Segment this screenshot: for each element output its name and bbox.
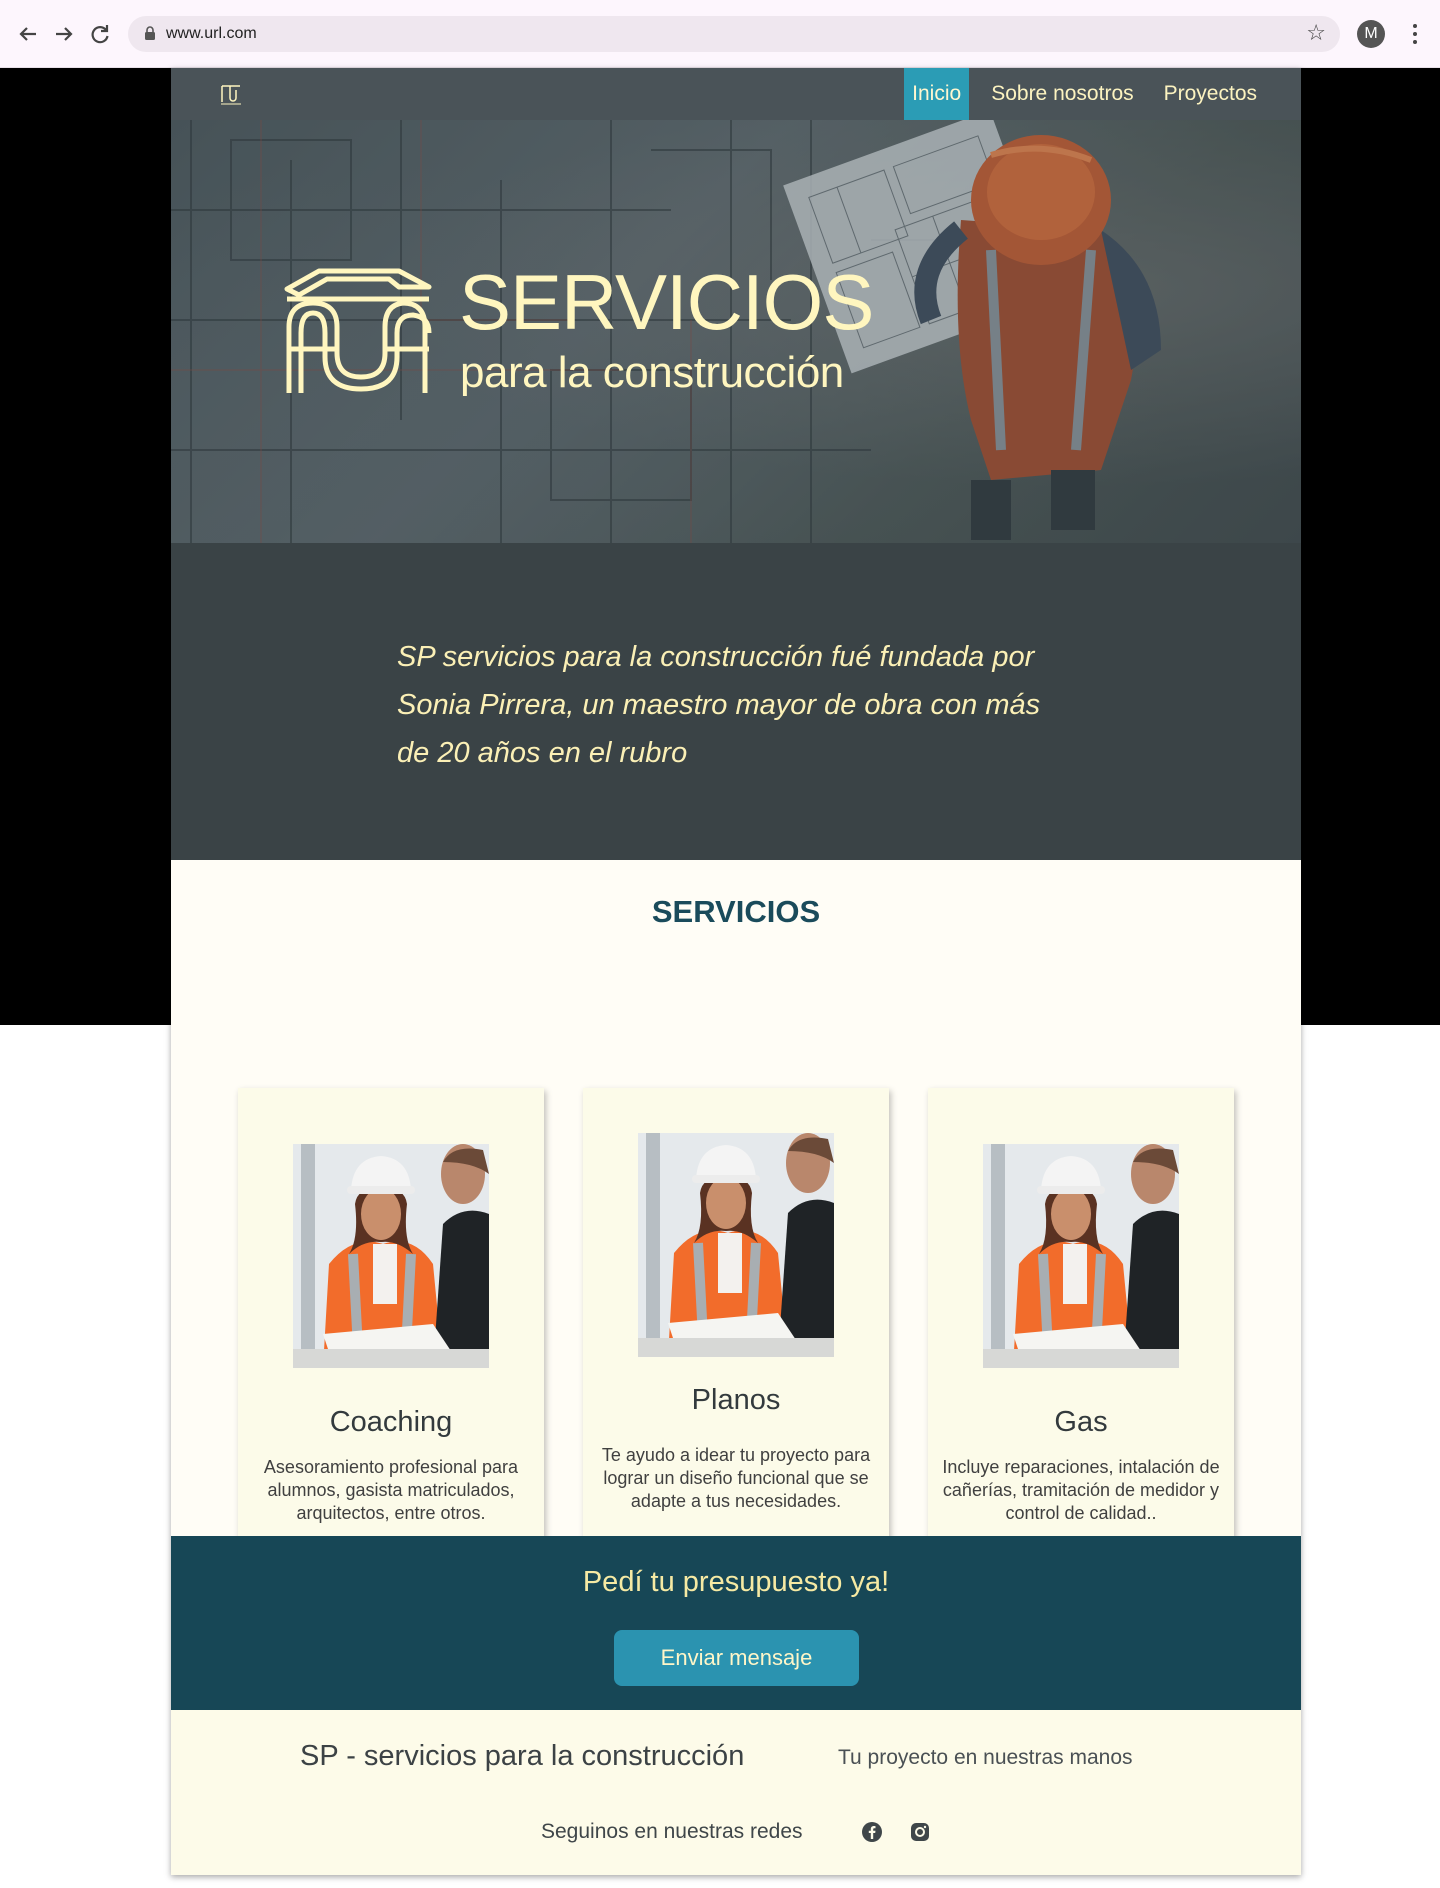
service-description: Incluye reparaciones, intalación de cañe…	[942, 1457, 1220, 1523]
send-message-button[interactable]: Enviar mensaje	[614, 1630, 859, 1686]
footer-brand: SP - servicios para la construcción	[300, 1740, 745, 1772]
site-logo[interactable]	[219, 82, 245, 106]
hero-banner: SERVICIOS para la construcción	[171, 120, 1301, 543]
site-navbar: Inicio Sobre nosotros Proyectos	[171, 68, 1301, 120]
menu-icon[interactable]	[1405, 20, 1425, 48]
nav-item-proyectos[interactable]: Proyectos	[1156, 68, 1265, 120]
nav-links: Inicio Sobre nosotros Proyectos	[890, 68, 1265, 120]
forward-icon[interactable]	[50, 20, 78, 48]
instagram-icon[interactable]	[908, 1820, 932, 1844]
service-title: Gas	[1054, 1406, 1108, 1438]
services-heading: SERVICIOS	[651, 894, 821, 929]
intro-text: SP servicios para la construcción fué fu…	[397, 641, 1041, 769]
facebook-icon[interactable]	[860, 1820, 884, 1844]
cta-heading: Pedí tu presupuesto ya!	[582, 1566, 890, 1598]
service-photo	[638, 1133, 834, 1357]
service-photo	[983, 1144, 1179, 1368]
service-description: Asesoramiento profesional para alumnos, …	[263, 1457, 519, 1523]
website: Inicio Sobre nosotros Proyectos SERVICIO…	[171, 68, 1301, 1875]
nav-item-inicio[interactable]: Inicio	[904, 68, 970, 120]
service-card-coaching: Coaching Asesoramiento profesional para …	[238, 1088, 544, 1580]
address-bar[interactable]: www.url.com ☆	[128, 16, 1340, 52]
hero-title: SERVICIOS	[459, 258, 874, 346]
star-icon[interactable]: ☆	[1306, 22, 1326, 46]
service-title: Coaching	[329, 1406, 453, 1438]
cta-section: Pedí tu presupuesto ya! Enviar mensaje	[171, 1536, 1301, 1710]
hero-subtitle: para la construcción	[460, 348, 844, 397]
service-description: Te ayudo a idear tu proyecto para lograr…	[601, 1445, 871, 1511]
follow-label: Seguinos en nuestras redes	[541, 1820, 803, 1843]
company-logo	[284, 268, 432, 393]
back-icon[interactable]	[14, 20, 42, 48]
service-title: Planos	[691, 1384, 781, 1416]
reload-icon[interactable]	[86, 20, 114, 48]
service-card-gas: Gas Incluye reparaciones, intalación de …	[928, 1088, 1234, 1580]
service-photo	[293, 1144, 489, 1368]
url-text: www.url.com	[166, 25, 257, 42]
intro-section: SP servicios para la construcción fué fu…	[171, 543, 1301, 860]
browser-toolbar: www.url.com ☆ M	[0, 0, 1440, 68]
footer-tagline: Tu proyecto en nuestras manos	[838, 1746, 1133, 1769]
nav-item-sobre-nosotros[interactable]: Sobre nosotros	[983, 68, 1141, 120]
services-section: SERVICIOS Coaching Asesoramiento profesi…	[171, 860, 1301, 1580]
site-footer: SP - servicios para la construcción Tu p…	[171, 1710, 1301, 1875]
service-card-planos: Planos Te ayudo a idear tu proyecto para…	[583, 1088, 889, 1580]
lock-icon	[145, 26, 155, 40]
profile-avatar[interactable]: M	[1357, 20, 1385, 48]
